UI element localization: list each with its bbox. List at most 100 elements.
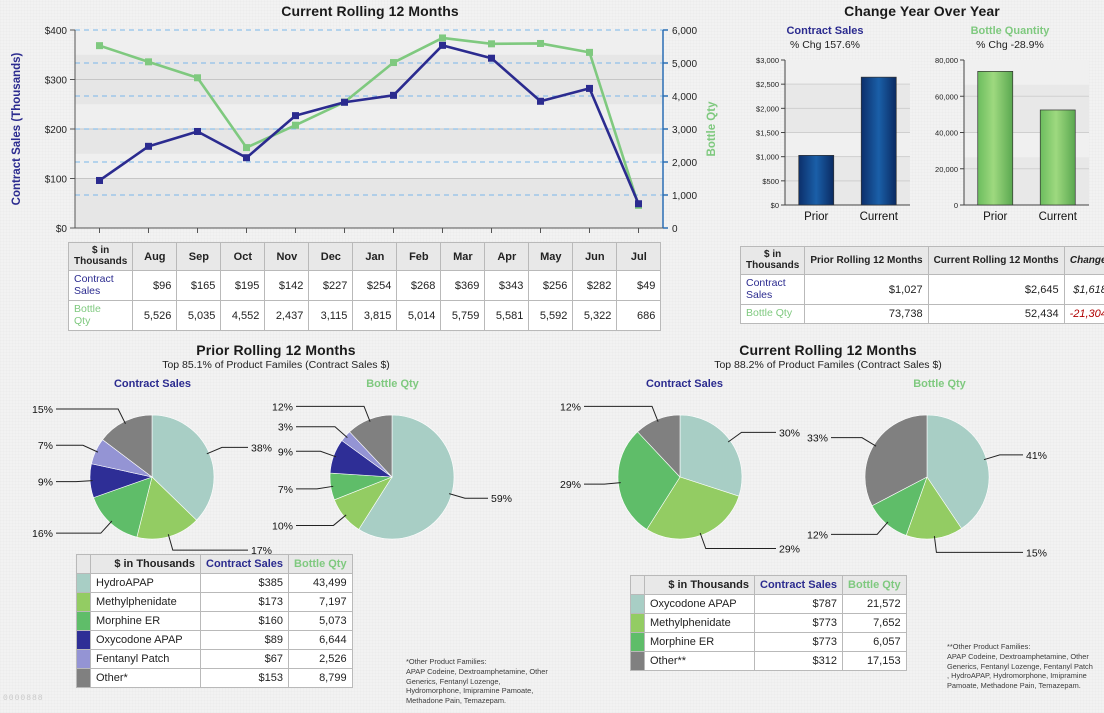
table-cell: $227: [309, 271, 353, 301]
svg-text:12%: 12%: [272, 401, 293, 413]
svg-text:80,000: 80,000: [935, 56, 958, 65]
table-row: HydroAPAP$38543,499: [77, 574, 353, 593]
family-qty: 43,499: [289, 574, 353, 593]
table-cell: 5,759: [441, 301, 485, 331]
svg-text:12%: 12%: [560, 401, 581, 413]
svg-text:Bottle Qty: Bottle Qty: [706, 101, 718, 157]
svg-text:Current: Current: [860, 211, 899, 223]
svg-text:$2,500: $2,500: [756, 80, 779, 89]
table-row: ContractSales$96$165$195$142$227$254$268…: [69, 271, 661, 301]
yoy-right-pct-chg: % Chg -28.9%: [920, 39, 1100, 51]
col-bottle-qty: Bottle Qty: [843, 576, 907, 595]
svg-text:40,000: 40,000: [935, 129, 958, 138]
family-qty: 21,572: [843, 595, 907, 614]
month-header: Aug: [133, 243, 177, 271]
table-cell: $49: [617, 271, 661, 301]
svg-text:$0: $0: [771, 201, 779, 210]
yoy-bar-charts-svg: $3,000$2,500$2,000$1,500$1,000$500$0Prio…: [740, 55, 1104, 235]
month-header: Jun: [573, 243, 617, 271]
family-name: HydroAPAP: [91, 574, 201, 593]
table-row: Morphine ER$1605,073: [77, 612, 353, 631]
family-qty: 6,057: [843, 633, 907, 652]
table-cell: $343: [485, 271, 529, 301]
table-cell: $142: [265, 271, 309, 301]
svg-text:33%: 33%: [807, 433, 828, 445]
row-label: ContractSales: [741, 275, 805, 305]
year-over-year-panel: Change Year Over Year Contract Sales % C…: [740, 0, 1104, 236]
svg-text:10%: 10%: [272, 520, 293, 532]
svg-text:41%: 41%: [1026, 450, 1047, 462]
family-name: Other*: [91, 669, 201, 688]
table-row: Methylphenidate$7737,652: [631, 614, 907, 633]
yoy-column-header: Current Rolling 12 Months: [928, 247, 1064, 275]
col-bottle-qty: Bottle Qty: [289, 555, 353, 574]
svg-text:Current: Current: [1039, 211, 1078, 223]
row-label: BottleQty: [69, 301, 133, 331]
line-chart-svg: $400$300$200$100$0Contract Sales (Thousa…: [0, 0, 740, 236]
table-row: Morphine ER$7736,057: [631, 633, 907, 652]
family-sales: $773: [755, 614, 843, 633]
family-qty: 5,073: [289, 612, 353, 631]
svg-text:60,000: 60,000: [935, 92, 958, 101]
family-sales: $160: [201, 612, 289, 631]
svg-text:15%: 15%: [32, 404, 53, 416]
svg-text:$1,000: $1,000: [756, 153, 779, 162]
family-table-corner: $ in Thousands: [91, 555, 201, 574]
family-sales: $787: [755, 595, 843, 614]
month-header: Dec: [309, 243, 353, 271]
svg-text:12%: 12%: [807, 529, 828, 541]
table-cell: 5,014: [397, 301, 441, 331]
family-name: Methylphenidate: [91, 593, 201, 612]
family-sales: $153: [201, 669, 289, 688]
current-pie-right-title: Bottle Qty: [847, 378, 1032, 390]
svg-text:16%: 16%: [32, 528, 53, 540]
svg-text:4,000: 4,000: [672, 92, 697, 103]
table-cell: 5,322: [573, 301, 617, 331]
color-swatch: [77, 612, 91, 631]
month-header: Oct: [221, 243, 265, 271]
svg-text:Contract Sales (Thousands): Contract Sales (Thousands): [11, 52, 23, 205]
table-row: Oxycodone APAP$78721,572: [631, 595, 907, 614]
prior-pie-right-title: Bottle Qty: [300, 378, 485, 390]
table-cell-change: -21,304: [1064, 305, 1104, 324]
svg-text:Prior: Prior: [804, 211, 828, 223]
month-header: May: [529, 243, 573, 271]
monthly-table-corner: $ inThousands: [69, 243, 133, 271]
yoy-title: Change Year Over Year: [740, 3, 1104, 19]
table-cell: $268: [397, 271, 441, 301]
table-row: ContractSales$1,027$2,645$1,618157.6%: [741, 275, 1104, 305]
svg-text:0: 0: [672, 224, 678, 235]
color-swatch: [631, 595, 645, 614]
col-contract-sales: Contract Sales: [201, 555, 289, 574]
family-name: Other**: [645, 652, 755, 671]
table-cell: 4,552: [221, 301, 265, 331]
table-row: Other**$31217,153: [631, 652, 907, 671]
family-sales: $173: [201, 593, 289, 612]
color-swatch: [77, 631, 91, 650]
svg-text:$100: $100: [45, 175, 68, 186]
family-name: Morphine ER: [91, 612, 201, 631]
row-label: Bottle Qty: [741, 305, 805, 324]
current-product-family-table: $ in ThousandsContract SalesBottle QtyOx…: [630, 575, 907, 671]
table-cell-current: 52,434: [928, 305, 1064, 324]
svg-text:9%: 9%: [278, 446, 293, 458]
family-sales: $67: [201, 650, 289, 669]
monthly-data-table-panel: $ inThousandsAugSepOctNovDecJanFebMarApr…: [68, 242, 661, 331]
svg-text:Prior: Prior: [983, 211, 1007, 223]
table-cell-change: $1,618: [1064, 275, 1104, 305]
table-cell: $256: [529, 271, 573, 301]
table-cell: 5,526: [133, 301, 177, 331]
table-cell: 686: [617, 301, 661, 331]
color-swatch: [77, 669, 91, 688]
table-row: Bottle Qty73,73852,434-21,304-28.9%: [741, 305, 1104, 324]
yoy-right-chart-title: Bottle Quantity: [920, 25, 1100, 37]
svg-text:20,000: 20,000: [935, 165, 958, 174]
color-swatch: [77, 593, 91, 612]
color-swatch: [77, 650, 91, 669]
yoy-table-corner: $ inThousands: [741, 247, 805, 275]
svg-text:1,000: 1,000: [672, 191, 697, 202]
family-qty: 6,644: [289, 631, 353, 650]
table-cell: 2,437: [265, 301, 309, 331]
svg-text:3,000: 3,000: [672, 125, 697, 136]
table-row: BottleQty5,5265,0354,5522,4373,1153,8155…: [69, 301, 661, 331]
